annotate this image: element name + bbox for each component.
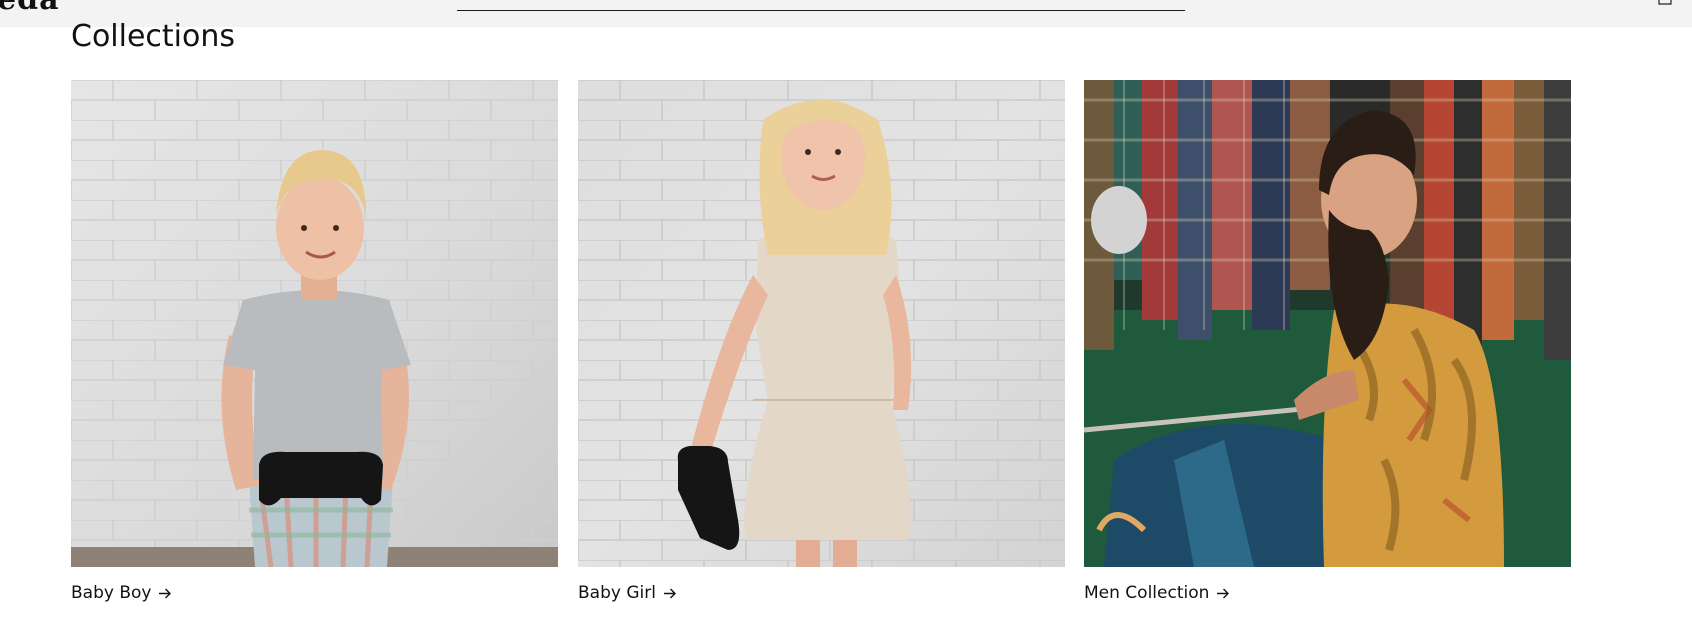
arrow-right-icon <box>663 588 676 598</box>
collection-image-baby-boy[interactable] <box>71 80 558 567</box>
collection-label: Baby Girl <box>578 583 656 603</box>
collection-image-baby-girl[interactable] <box>578 80 1065 567</box>
arrow-right-icon <box>1217 588 1230 598</box>
baby-girl-photo <box>578 80 1065 567</box>
collection-card-men[interactable]: Men Collection <box>1084 80 1571 603</box>
collection-card-baby-girl[interactable]: Baby Girl <box>578 80 1065 603</box>
collections-heading: Collections <box>71 19 236 54</box>
collection-card-baby-boy[interactable]: Baby Boy <box>71 80 558 603</box>
collection-label: Men Collection <box>1084 583 1210 603</box>
collection-link-men[interactable]: Men Collection <box>1084 583 1571 603</box>
collection-image-men[interactable] <box>1084 80 1571 567</box>
collection-link-baby-girl[interactable]: Baby Girl <box>578 583 1065 603</box>
site-header: eda <box>0 0 1692 27</box>
baby-boy-photo <box>71 80 558 567</box>
men-collection-photo <box>1084 80 1571 567</box>
collection-label: Baby Boy <box>71 583 152 603</box>
arrow-right-icon <box>159 588 172 598</box>
site-logo[interactable]: eda <box>0 0 60 17</box>
collection-link-baby-boy[interactable]: Baby Boy <box>71 583 558 603</box>
cart-icon[interactable] <box>1658 0 1672 5</box>
search-field-underline[interactable] <box>457 10 1185 11</box>
